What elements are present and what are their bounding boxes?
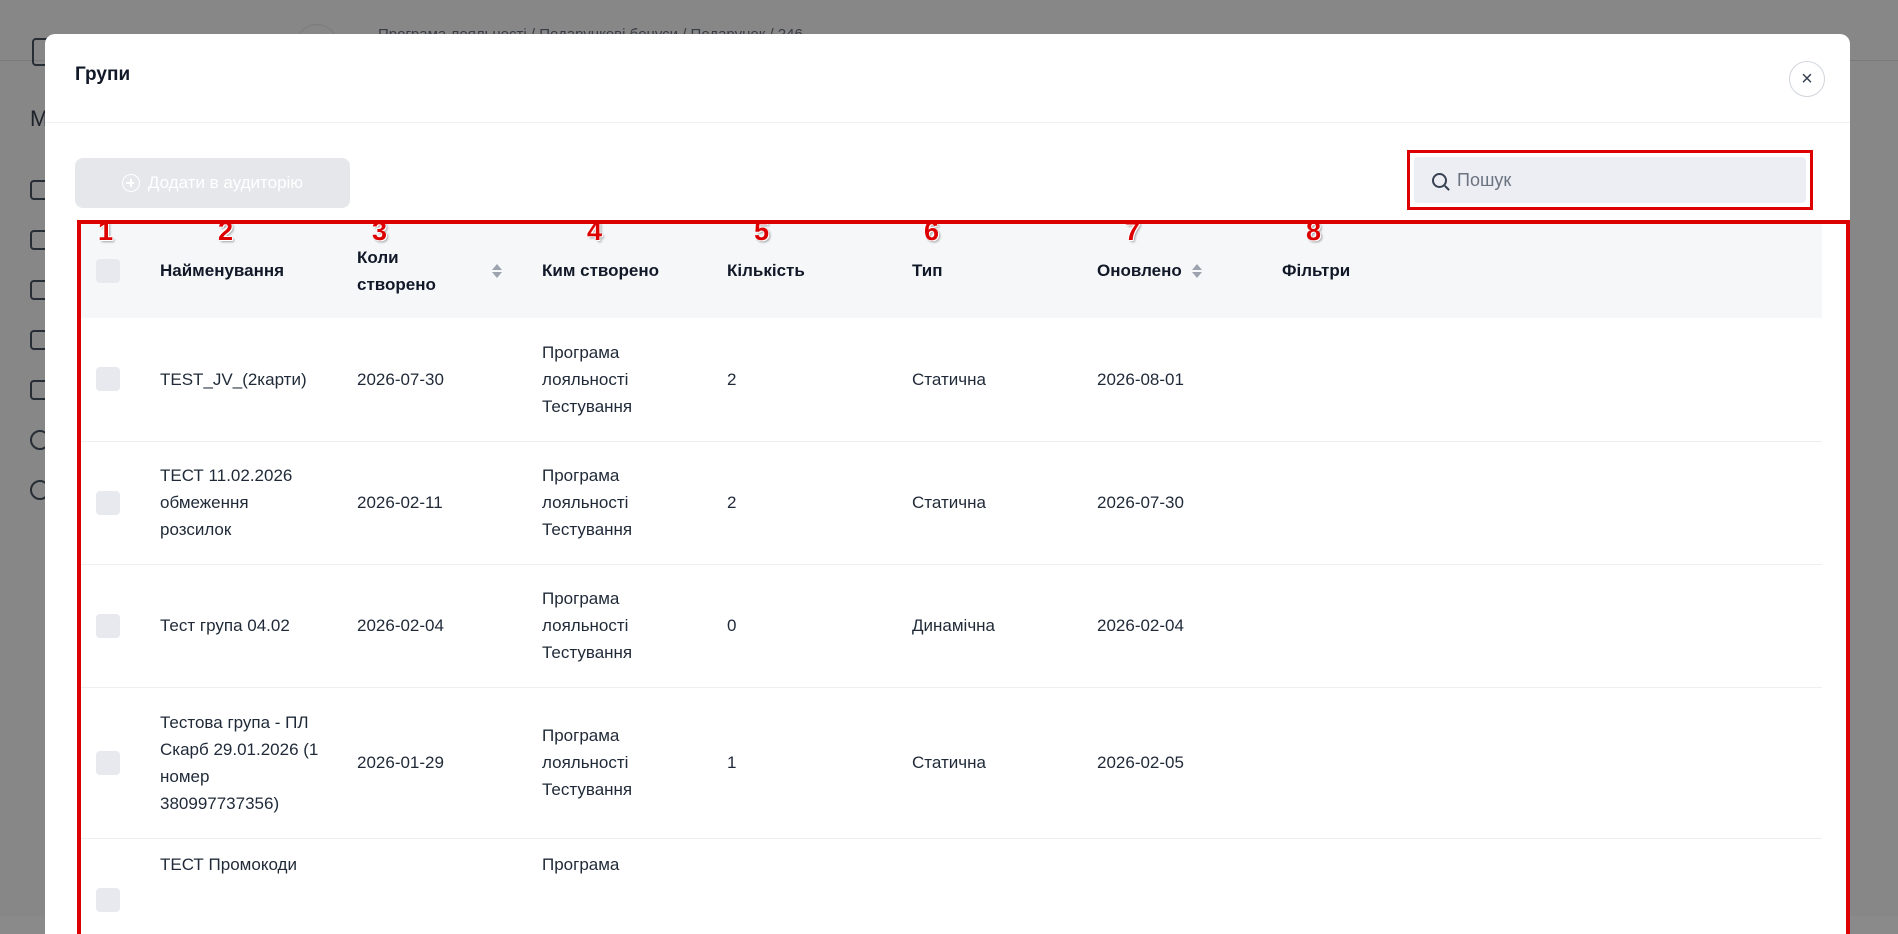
- row-select-cell: [81, 441, 160, 564]
- cell-name: Тестова група - ПЛ Скарб 29.01.2026 (1 н…: [160, 712, 319, 813]
- cell-updated: [1097, 838, 1282, 934]
- annotation-number: 3: [372, 220, 388, 246]
- table-row[interactable]: Тест група 04.02 2026-02-04 Програма лоя…: [81, 564, 1822, 687]
- modal-title: Групи: [75, 64, 131, 85]
- header-name[interactable]: 2 Найменування: [160, 224, 357, 318]
- cell-name: Тест група 04.02: [160, 616, 290, 635]
- cell-updated: 2026-08-01: [1097, 369, 1184, 389]
- sort-icon[interactable]: [492, 264, 502, 278]
- cell-updated: 2026-02-04: [1097, 616, 1184, 635]
- cell-type: Статична: [912, 753, 986, 772]
- annotation-number: 5: [754, 220, 770, 246]
- header-filters[interactable]: 8 Фільтри: [1282, 224, 1822, 318]
- annotation-number: 4: [587, 220, 603, 246]
- groups-table: 1 2 Найменування 3 Коли створено 4 Ким с…: [81, 224, 1822, 934]
- cell-created: 2026-02-04: [357, 616, 444, 635]
- table-row[interactable]: ТЕСТ Промокоди Програма: [81, 838, 1822, 934]
- row-checkbox[interactable]: [96, 750, 120, 775]
- cell-created-by: Програма: [542, 854, 620, 874]
- cell-count: [727, 838, 912, 934]
- cell-count: 0: [727, 616, 737, 635]
- annotation-number: 8: [1306, 220, 1322, 246]
- cell-filters: [1282, 564, 1822, 687]
- table-header-row: 1 2 Найменування 3 Коли створено 4 Ким с…: [81, 224, 1822, 318]
- cell-filters: [1282, 838, 1822, 934]
- cell-created-by: Програма лояльності Тестування: [542, 726, 633, 799]
- annotation-number: 7: [1125, 220, 1141, 246]
- search-icon: [1432, 172, 1447, 188]
- search-field[interactable]: [1414, 157, 1806, 203]
- close-icon: ×: [1801, 67, 1813, 90]
- cell-count: 2: [727, 493, 737, 512]
- cell-type: Статична: [912, 369, 986, 389]
- row-select-cell: [81, 564, 160, 687]
- annotation-number: 1: [98, 220, 114, 246]
- header-select-all: 1: [81, 224, 160, 318]
- table-row[interactable]: Тестова група - ПЛ Скарб 29.01.2026 (1 н…: [81, 687, 1822, 838]
- header-type[interactable]: 6 Тип: [912, 224, 1097, 318]
- header-filters-label: Фільтри: [1282, 261, 1351, 280]
- header-created-label: Коли створено: [357, 248, 436, 294]
- header-created-by[interactable]: 4 Ким створено: [542, 224, 727, 318]
- table-row[interactable]: TEST_JV_(2карти) 2026-07-30 Програма лоя…: [81, 318, 1822, 441]
- cell-filters: [1282, 318, 1822, 441]
- add-to-audience-button[interactable]: Додати в аудиторію: [75, 158, 350, 208]
- header-type-label: Тип: [912, 261, 943, 280]
- cell-created-by: Програма лояльності Тестування: [542, 589, 633, 662]
- annotation-number: 6: [924, 220, 940, 246]
- modal-header: Групи ×: [45, 34, 1850, 123]
- row-checkbox[interactable]: [96, 367, 120, 392]
- cell-name: ТЕСТ Промокоди: [160, 854, 297, 874]
- row-checkbox[interactable]: [96, 613, 120, 638]
- search-highlight-frame: [1407, 150, 1813, 210]
- table-highlight-frame: 1 2 Найменування 3 Коли створено 4 Ким с…: [77, 220, 1850, 934]
- header-name-label: Найменування: [160, 261, 285, 280]
- header-created-by-label: Ким створено: [542, 261, 660, 280]
- cell-filters: [1282, 441, 1822, 564]
- cell-name: ТЕСТ 11.02.2026 обмеження розсилок: [160, 466, 293, 539]
- cell-type: Статична: [912, 493, 986, 512]
- close-button[interactable]: ×: [1789, 61, 1825, 97]
- cell-created: 2026-07-30: [357, 369, 444, 389]
- header-updated[interactable]: 7 Оновлено: [1097, 224, 1282, 318]
- plus-circle-icon: [121, 174, 140, 192]
- row-checkbox[interactable]: [96, 887, 120, 912]
- header-updated-label: Оновлено: [1097, 261, 1182, 280]
- cell-created-by: Програма лояльності Тестування: [542, 466, 633, 539]
- header-count[interactable]: 5 Кількість: [727, 224, 912, 318]
- row-select-cell: [81, 838, 160, 934]
- select-all-checkbox[interactable]: [96, 259, 120, 283]
- cell-updated: 2026-02-05: [1097, 753, 1184, 772]
- header-count-label: Кількість: [727, 261, 805, 280]
- row-select-cell: [81, 318, 160, 441]
- cell-type: Динамічна: [912, 616, 996, 635]
- table-row[interactable]: ТЕСТ 11.02.2026 обмеження розсилок 2026-…: [81, 441, 1822, 564]
- annotation-number: 2: [218, 220, 234, 246]
- add-to-audience-label: Додати в аудиторію: [147, 173, 304, 192]
- cell-filters: [1282, 687, 1822, 838]
- cell-created: 2026-02-11: [357, 493, 443, 512]
- groups-modal: Групи × Додати в аудиторію Пошук 1 2 Най…: [45, 34, 1850, 934]
- cell-name: TEST_JV_(2карти): [160, 369, 307, 389]
- cell-type: [912, 838, 1097, 934]
- cell-created-by: Програма лояльності Тестування: [542, 342, 633, 416]
- cell-updated: 2026-07-30: [1097, 493, 1184, 512]
- cell-created: 2026-01-29: [357, 753, 444, 772]
- cell-created: [357, 838, 542, 934]
- row-checkbox[interactable]: [96, 490, 120, 515]
- cell-count: 2: [727, 369, 737, 389]
- row-select-cell: [81, 687, 160, 838]
- search-input[interactable]: [1455, 168, 1759, 192]
- cell-count: 1: [727, 753, 737, 772]
- sort-icon[interactable]: [1191, 264, 1202, 278]
- header-created[interactable]: 3 Коли створено: [357, 224, 542, 318]
